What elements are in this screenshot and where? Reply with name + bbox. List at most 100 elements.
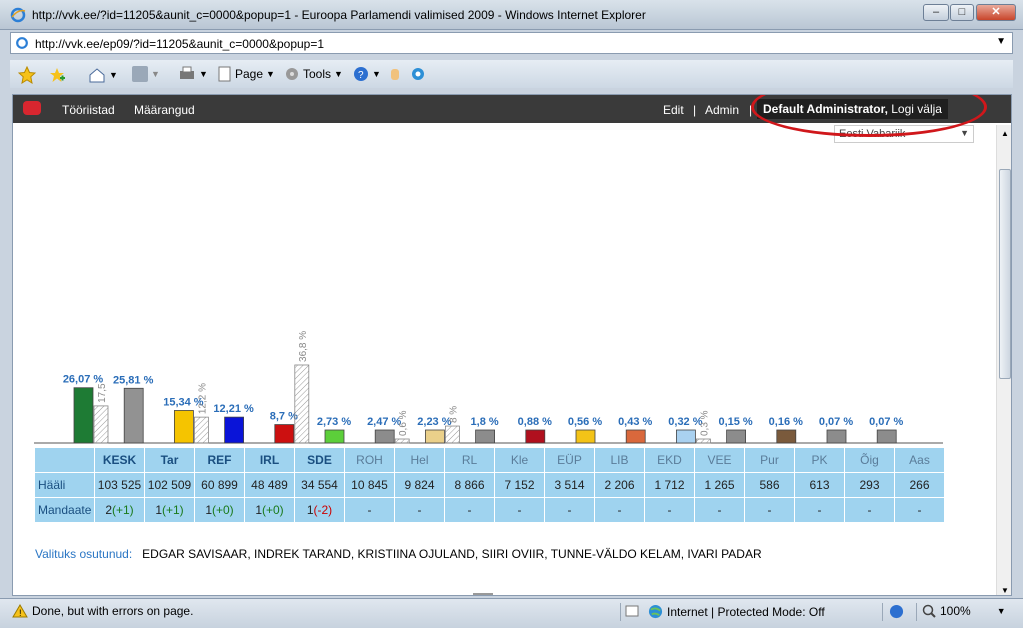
add-favorites-icon[interactable]: [48, 66, 66, 84]
seats-change: (-2): [313, 503, 333, 517]
votes-cell: 586: [744, 472, 795, 498]
bar-value-label: 0,15 %: [718, 416, 752, 428]
seats-count: -: [417, 503, 422, 517]
zone-status[interactable]: Internet | Protected Mode: Off: [648, 604, 825, 619]
table-header-cell: ROH: [344, 447, 395, 473]
seats-count: 1: [155, 503, 162, 517]
seats-count: 1: [255, 503, 262, 517]
zoom-dropdown-icon[interactable]: ▼: [997, 606, 1006, 616]
bar-previous: [696, 438, 711, 444]
tools-menu-label: Tools: [303, 67, 332, 81]
table-header-cell: SDE: [294, 447, 345, 473]
feeds-icon[interactable]: ▼: [132, 66, 160, 82]
help-icon[interactable]: ? ▼: [353, 66, 381, 82]
seats-count: -: [717, 503, 722, 517]
votes-cell: 1 265: [694, 472, 745, 498]
bar-previous: [444, 425, 460, 444]
minimize-button[interactable]: –: [923, 4, 949, 21]
bar-2009: [676, 429, 696, 444]
address-dropdown-icon[interactable]: ▼: [996, 36, 1006, 47]
table-header-cell: EKD: [644, 447, 695, 473]
elected-label: Valituks osutunud:: [35, 547, 133, 561]
address-bar[interactable]: http://vvk.ee/ep09/?id=11205&aunit_c=000…: [10, 32, 1013, 54]
research-icon[interactable]: [410, 66, 426, 82]
page-menu[interactable]: Page ▼: [218, 66, 275, 82]
table-header-cell: Aas: [894, 447, 945, 473]
seats-count: 1: [306, 503, 314, 517]
votes-cell: 1 712: [644, 472, 695, 498]
table-header-cell: VEE: [694, 447, 745, 473]
home-icon[interactable]: ▼: [88, 66, 118, 84]
seats-count: 1: [205, 503, 212, 517]
close-button[interactable]: ✕: [976, 4, 1016, 21]
horizontal-scroll-indicator[interactable]: [473, 593, 493, 595]
tools-menu[interactable]: Tools ▼: [284, 66, 343, 82]
bar-2009: [575, 429, 596, 444]
favorites-star-icon[interactable]: [18, 66, 36, 84]
bar-previous: [93, 405, 109, 444]
votes-cell: 60 899: [194, 472, 245, 498]
seats-change: (+1): [112, 503, 134, 517]
table-header-cell: Õig: [844, 447, 895, 473]
maximize-button[interactable]: □: [950, 4, 974, 21]
scrollbar-thumb[interactable]: [999, 169, 1011, 379]
status-warning[interactable]: ! Done, but with errors on page.: [12, 604, 193, 618]
table-header-cell: KESK: [94, 447, 145, 473]
seats-cell: -: [694, 497, 745, 523]
seats-cell: -: [594, 497, 645, 523]
table-header-cell: RL: [444, 447, 495, 473]
seats-cell: -: [794, 497, 845, 523]
bar-previous-label: 0,6 %: [398, 410, 409, 436]
seats-cell: 1(+0): [194, 497, 245, 523]
bar-previous-label: 8 %: [448, 406, 459, 423]
bar-value-label: 25,81 %: [113, 374, 154, 386]
bar-value-label: 1,8 %: [471, 416, 499, 428]
print-icon[interactable]: ▼: [178, 66, 208, 82]
vertical-scrollbar[interactable]: ▲ ▼: [996, 125, 1011, 595]
bar-value-label: 0,56 %: [568, 416, 602, 428]
popup-blocker-icon[interactable]: [889, 604, 904, 619]
votes-cell: 613: [794, 472, 845, 498]
window-titlebar: http://vvk.ee/?id=11205&aunit_c=0000&pop…: [0, 0, 1023, 30]
zoom-control[interactable]: 100% ▼: [922, 604, 1006, 618]
votes-row-label: Hääli: [34, 472, 95, 498]
bar-2009: [123, 387, 144, 444]
votes-cell: 10 845: [344, 472, 395, 498]
seats-cell: -: [344, 497, 395, 523]
bar-value-label: 0,07 %: [819, 416, 853, 428]
bar-2009: [826, 429, 847, 444]
seats-change: (+0): [212, 503, 234, 517]
bar-previous-label: 12,2 %: [197, 383, 208, 414]
seats-count: -: [917, 503, 922, 517]
bar-2009: [224, 416, 245, 444]
bar-value-label: 8,7 %: [270, 411, 298, 423]
seats-row-label: Mandaate: [34, 497, 95, 523]
bar-previous-label: 17,5: [97, 383, 108, 403]
seats-cell: -: [844, 497, 895, 523]
scroll-up-icon[interactable]: ▲: [1001, 129, 1009, 138]
bar-2009: [324, 429, 345, 444]
results-table: KESK Tar REF IRL SDE ROH Hel RL Kle EÜP LIB EKD VEE P…: [34, 447, 945, 523]
votes-cell: 8 866: [444, 472, 495, 498]
seats-count: -: [767, 503, 772, 517]
bar-2009: [876, 429, 897, 444]
table-header-cell: EÜP: [544, 447, 595, 473]
hand-icon[interactable]: [387, 66, 403, 82]
votes-cell: 266: [894, 472, 945, 498]
security-report-icon[interactable]: [625, 604, 641, 618]
seats-cell: -: [644, 497, 695, 523]
votes-cell: 2 206: [594, 472, 645, 498]
status-bar: ! Done, but with errors on page. Internet…: [0, 598, 1023, 628]
address-url[interactable]: http://vvk.ee/ep09/?id=11205&aunit_c=000…: [35, 37, 324, 51]
table-header-cell: Hel: [394, 447, 445, 473]
table-header-cell: Tar: [144, 447, 195, 473]
scroll-down-icon[interactable]: ▼: [1001, 586, 1009, 595]
votes-cell: 102 509: [144, 472, 195, 498]
votes-cell: 34 554: [294, 472, 345, 498]
zoom-value: 100%: [940, 604, 971, 618]
seats-count: -: [567, 503, 572, 517]
bar-2009: [525, 429, 546, 444]
bar-previous: [294, 364, 310, 444]
votes-cell: 7 152: [494, 472, 545, 498]
globe-icon: [648, 604, 663, 619]
